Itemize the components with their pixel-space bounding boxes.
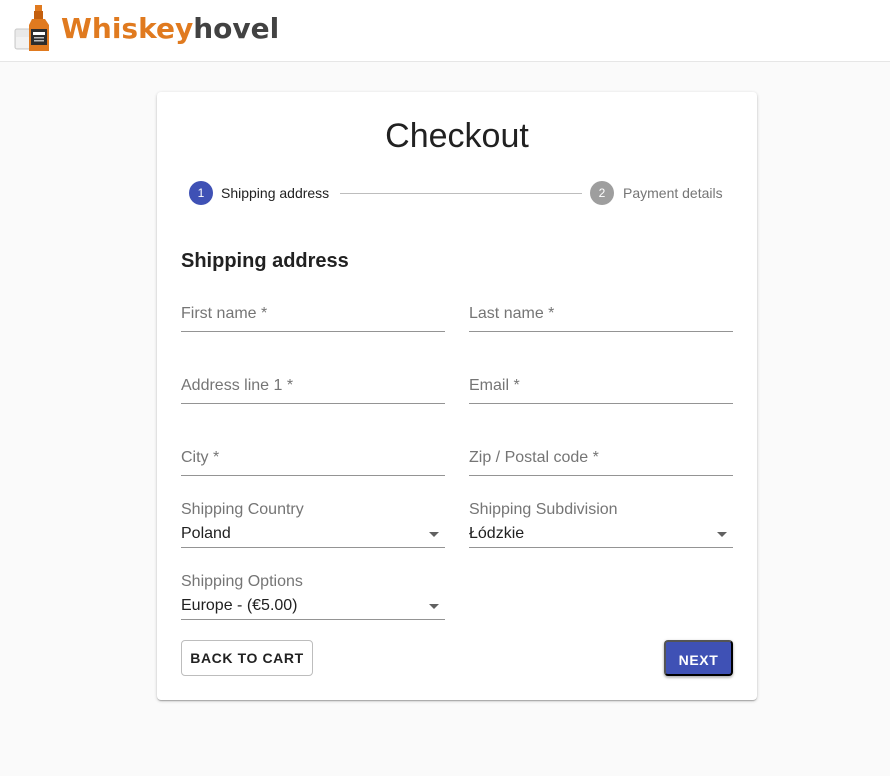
email-field[interactable]: Email * xyxy=(469,356,733,404)
last-name-field[interactable]: Last name * xyxy=(469,284,733,332)
address-line1-field[interactable]: Address line 1 * xyxy=(181,356,445,404)
city-placeholder: City * xyxy=(181,449,220,466)
city-field[interactable]: City * xyxy=(181,428,445,476)
step-1-icon: 1 xyxy=(189,181,213,205)
field-underline xyxy=(181,619,445,620)
first-name-placeholder: First name * xyxy=(181,305,268,322)
step-2-label: Payment details xyxy=(623,185,723,201)
back-to-cart-button[interactable]: BACK TO CART xyxy=(181,640,313,676)
shipping-country-label: Shipping Country xyxy=(181,501,304,518)
shipping-subdivision-label: Shipping Subdivision xyxy=(469,501,618,518)
step-1-label: Shipping address xyxy=(221,185,330,201)
address-line1-placeholder: Address line 1 * xyxy=(181,377,294,394)
shipping-country-value: Poland xyxy=(181,525,231,542)
shipping-options-select[interactable]: Shipping Options Europe - (€5.00) xyxy=(181,572,445,620)
dropdown-arrow-icon xyxy=(717,532,727,537)
brand-name-part1: Whiskey xyxy=(61,12,194,45)
dropdown-arrow-icon xyxy=(429,604,439,609)
next-button[interactable]: NEXT xyxy=(664,640,733,676)
field-underline xyxy=(181,331,445,332)
field-underline xyxy=(181,547,445,548)
shipping-subdivision-select[interactable]: Shipping Subdivision Łódzkie xyxy=(469,500,733,548)
field-underline xyxy=(181,403,445,404)
field-underline xyxy=(469,403,733,404)
email-placeholder: Email * xyxy=(469,377,520,394)
first-name-field[interactable]: First name * xyxy=(181,284,445,332)
field-underline xyxy=(469,331,733,332)
shipping-country-select[interactable]: Shipping Country Poland xyxy=(181,500,445,548)
shipping-subdivision-value: Łódzkie xyxy=(469,525,525,542)
zip-placeholder: Zip / Postal code * xyxy=(469,449,599,466)
zip-field[interactable]: Zip / Postal code * xyxy=(469,428,733,476)
step-2-icon: 2 xyxy=(590,181,614,205)
section-title: Shipping address xyxy=(181,250,349,272)
shipping-options-value: Europe - (€5.00) xyxy=(181,597,298,614)
page-title: Checkout xyxy=(385,117,529,155)
whiskey-logo-icon[interactable] xyxy=(14,5,56,53)
field-underline xyxy=(469,475,733,476)
stepper-connector xyxy=(340,193,582,194)
field-underline xyxy=(469,547,733,548)
field-underline xyxy=(181,475,445,476)
shipping-options-label: Shipping Options xyxy=(181,573,303,590)
dropdown-arrow-icon xyxy=(429,532,439,537)
brand-name-part2: hovel xyxy=(193,12,280,45)
top-app-bar: Whiskeyhovel xyxy=(0,0,890,62)
last-name-placeholder: Last name * xyxy=(469,305,555,322)
checkout-card: Checkout 1 Shipping address 2 Payment de… xyxy=(157,92,757,700)
brand-name[interactable]: Whiskeyhovel xyxy=(61,12,279,46)
